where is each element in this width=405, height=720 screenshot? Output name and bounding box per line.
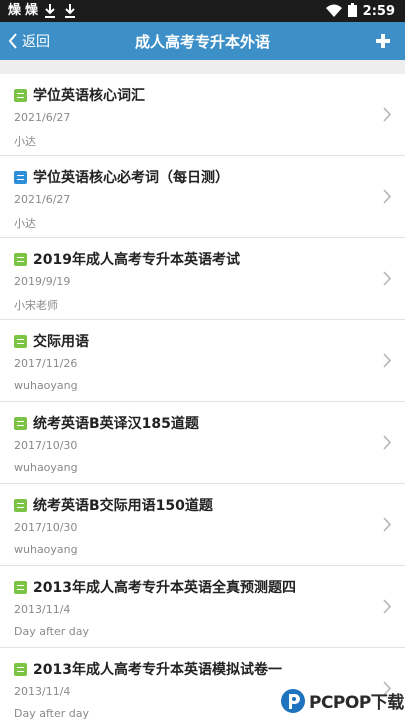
watermark: PCPOP下载 xyxy=(280,681,405,720)
chevron-left-icon xyxy=(6,31,20,51)
item-title: 2013年成人高考专升本英语模拟试卷一 xyxy=(33,662,282,678)
blue-quiz-icon xyxy=(14,170,27,184)
item-title: 学位英语核心必考词（每日测） xyxy=(33,170,229,186)
chevron-right-icon xyxy=(383,189,392,204)
item-date: 2021/6/27 xyxy=(14,193,71,206)
item-author: 小达 xyxy=(14,217,36,230)
download-icon xyxy=(64,3,78,19)
green-document-icon xyxy=(14,662,27,676)
watermark-text: PCPOP下载 xyxy=(309,693,404,713)
green-document-icon xyxy=(14,252,27,266)
chevron-right-icon xyxy=(383,435,392,450)
nav-bar: 返回 成人高考专升本外语 xyxy=(0,22,405,60)
list-item[interactable]: 学位英语核心词汇 2021/6/27 小达 xyxy=(0,74,405,156)
list-item[interactable]: 统考英语B英译汉185道题 2017/10/30 wuhaoyang xyxy=(0,402,405,484)
document-list: 学位英语核心词汇 2021/6/27 小达 学位英语核心必考词（每日测） 202… xyxy=(0,74,405,720)
wifi-icon xyxy=(325,2,342,21)
green-document-icon xyxy=(14,416,27,430)
battery-icon xyxy=(347,2,357,21)
item-author: wuhaoyang xyxy=(14,379,78,392)
back-button[interactable]: 返回 xyxy=(0,22,70,60)
item-title: 2019年成人高考专升本英语考试 xyxy=(33,252,240,268)
item-date: 2017/10/30 xyxy=(14,439,78,452)
green-document-icon xyxy=(14,580,27,594)
green-document-icon xyxy=(14,334,27,348)
status-notifications: 燥 燥 xyxy=(8,0,326,22)
item-author: wuhaoyang xyxy=(14,461,78,474)
list-item[interactable]: 2019年成人高考专升本英语考试 2019/9/19 小宋老师 xyxy=(0,238,405,320)
item-date: 2013/11/4 xyxy=(14,603,71,616)
item-author: Day after day xyxy=(14,625,89,638)
item-date: 2017/10/30 xyxy=(14,521,78,534)
list-top-divider xyxy=(0,60,405,74)
chevron-right-icon xyxy=(383,107,392,122)
status-system: 2:59 xyxy=(325,2,395,21)
item-title: 统考英语B英译汉185道题 xyxy=(33,416,199,432)
green-document-icon xyxy=(14,88,27,102)
pcpop-logo-icon xyxy=(281,688,305,713)
app-notification-icon: 燥 xyxy=(8,3,22,18)
list-item[interactable]: 交际用语 2017/11/26 wuhaoyang xyxy=(0,320,405,402)
item-author: 小达 xyxy=(14,135,36,148)
list-item[interactable]: 2013年成人高考专升本英语全真预测题四 2013/11/4 Day after… xyxy=(0,566,405,648)
status-bar: 燥 燥 2:59 xyxy=(0,0,405,22)
item-title: 学位英语核心词汇 xyxy=(33,88,145,104)
app-notification-icon: 燥 xyxy=(25,3,39,18)
item-date: 2017/11/26 xyxy=(14,357,78,370)
item-date: 2021/6/27 xyxy=(14,111,71,124)
list-item[interactable]: 统考英语B交际用语150道题 2017/10/30 wuhaoyang xyxy=(0,484,405,566)
item-title: 2013年成人高考专升本英语全真预测题四 xyxy=(33,580,296,596)
item-author: 小宋老师 xyxy=(14,299,58,312)
list-item[interactable]: 学位英语核心必考词（每日测） 2021/6/27 小达 xyxy=(0,156,405,238)
chevron-right-icon xyxy=(383,517,392,532)
item-date: 2019/9/19 xyxy=(14,275,71,288)
download-icon xyxy=(44,3,58,19)
chevron-right-icon xyxy=(383,271,392,286)
add-button[interactable] xyxy=(373,31,393,51)
green-document-icon xyxy=(14,498,27,512)
chevron-right-icon xyxy=(383,599,392,614)
plus-icon xyxy=(376,34,390,48)
chevron-right-icon xyxy=(383,353,392,368)
item-author: wuhaoyang xyxy=(14,543,78,556)
item-title: 统考英语B交际用语150道题 xyxy=(33,498,213,514)
status-time: 2:59 xyxy=(362,3,395,19)
back-label: 返回 xyxy=(22,34,50,50)
item-title: 交际用语 xyxy=(33,334,89,350)
